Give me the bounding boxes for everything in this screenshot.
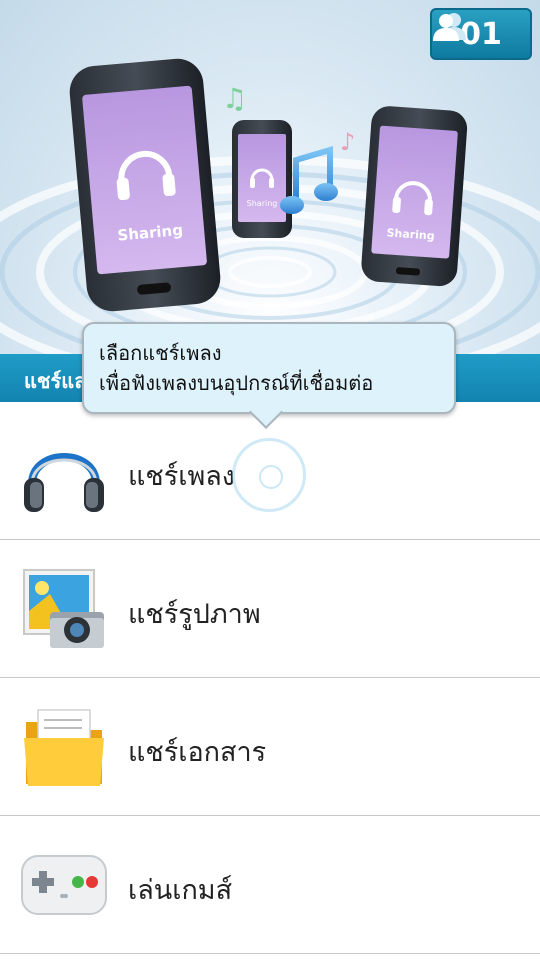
music-note-pink-icon: ♪ <box>340 128 355 156</box>
music-note-small-icon: ♫ <box>222 82 247 115</box>
share-music-label: แชร์เพลง <box>128 461 235 492</box>
play-games-label: เล่นเกมส์ <box>128 875 233 906</box>
hero-banner: Sharing Sharing Sharing ♫ ♪ 01 <box>0 0 540 354</box>
gamepad-icon <box>21 855 107 915</box>
touch-indicator <box>232 438 306 512</box>
help-tooltip[interactable]: เลือกแชร์เพลง เพื่อฟังเพลงบนอุปกรณ์ที่เช… <box>82 322 456 429</box>
svg-text:Sharing: Sharing <box>247 199 278 208</box>
connected-users-button[interactable]: 01 <box>430 8 532 60</box>
tooltip-line-1: เลือกแชร์เพลง <box>99 341 222 365</box>
phone-right: Sharing <box>361 106 468 287</box>
photo-camera-icon <box>23 569 104 648</box>
list-item-share-photos[interactable]: แชร์รูปภาพ <box>0 540 540 678</box>
folder-icon <box>24 709 104 786</box>
headphones-icon <box>24 453 104 512</box>
phone-middle: Sharing <box>232 120 292 238</box>
list-item-share-documents[interactable]: แชร์เอกสาร <box>0 678 540 816</box>
phone-left: Sharing <box>69 58 221 312</box>
users-icon <box>433 13 466 41</box>
share-photos-label: แชร์รูปภาพ <box>128 599 261 630</box>
tooltip-line-2: เพื่อฟังเพลงบนอุปกรณ์ที่เชื่อมต่อ <box>99 371 374 395</box>
list-item-play-games[interactable]: เล่นเกมส์ <box>0 816 540 954</box>
share-documents-label: แชร์เอกสาร <box>128 737 267 768</box>
